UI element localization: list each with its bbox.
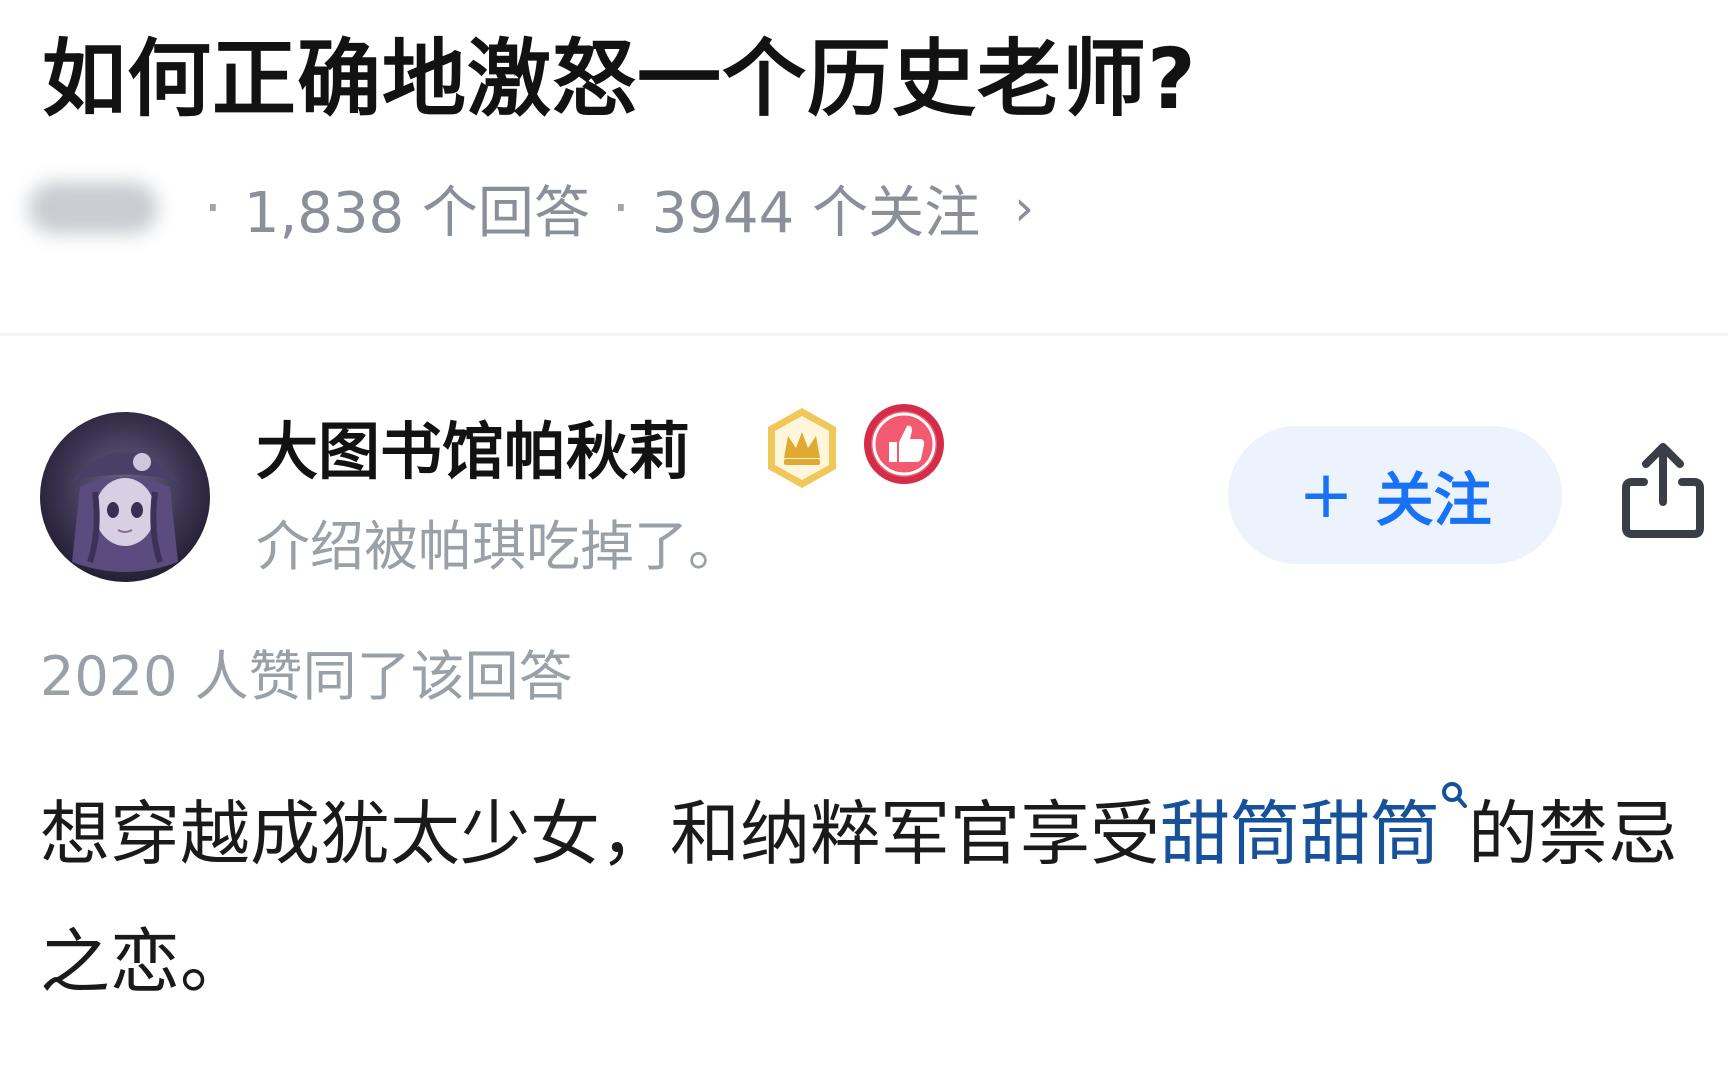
follow-button[interactable]: + 关注	[1228, 426, 1562, 564]
share-icon[interactable]	[1618, 440, 1708, 540]
avatar-image	[40, 412, 210, 582]
answer-count: 1,838 个回答	[243, 180, 590, 246]
thumbs-up-badge-icon[interactable]	[862, 402, 946, 486]
search-icon[interactable]	[1440, 780, 1468, 810]
plus-icon: +	[1298, 456, 1354, 533]
section-divider	[0, 333, 1728, 336]
follow-button-label: 关注	[1375, 466, 1492, 534]
search-keyword-link[interactable]: 甜筒甜筒	[1160, 793, 1440, 875]
follower-count: 3944 个关注	[651, 180, 981, 246]
answer-text: 想穿越成犹太少女，和纳粹军官享受	[40, 793, 1160, 875]
question-meta[interactable]: · 1,838 个回答 · 3944 个关注 ›	[28, 168, 1034, 248]
meta-separator: ·	[611, 175, 630, 241]
question-title[interactable]: 如何正确地激怒一个历史老师?	[42, 24, 1197, 134]
blurred-topic-tag[interactable]	[28, 182, 158, 234]
crown-badge-icon[interactable]	[764, 406, 840, 490]
meta-separator: ·	[204, 175, 222, 241]
chevron-right-icon[interactable]: ›	[1014, 179, 1034, 237]
author-name[interactable]: 大图书馆帕秋莉	[256, 412, 690, 492]
author-bio: 介绍被帕琪吃掉了。	[256, 515, 742, 578]
author-avatar[interactable]	[40, 412, 210, 582]
vote-count: 2020 人赞同了该回答	[40, 645, 573, 708]
answer-content[interactable]: 想穿越成犹太少女，和纳粹军官享受甜筒甜筒 的禁忌之恋。	[40, 770, 1700, 1026]
